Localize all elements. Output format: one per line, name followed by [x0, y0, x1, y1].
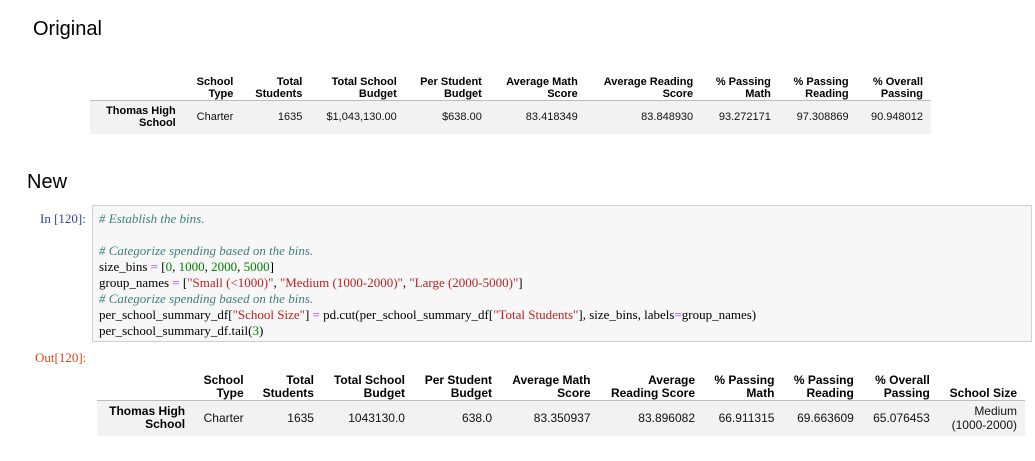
cell-passing-reading: 69.663609	[797, 411, 854, 426]
cell-average-math-score: 83.418349	[525, 111, 578, 124]
cell-per-student-budget: 638.0	[462, 411, 493, 426]
row-index-school-name: Thomas High School	[106, 105, 176, 130]
col-passing-reading: % Passing Reading	[782, 364, 862, 401]
col-overall-passing: % Overall Passing	[856, 68, 931, 101]
index-header	[90, 68, 184, 101]
new-summary-table: School Type Total Students Total School Bud…	[97, 364, 1025, 436]
cell-total-students: 1635	[287, 411, 314, 426]
new-heading: New	[27, 171, 68, 193]
row-index-school-name: Thomas High School	[109, 404, 186, 432]
cell-overall-passing: 90.948012	[871, 111, 923, 124]
code-cell-editor[interactable]: # Establish the bins. # Categorize spend…	[92, 205, 1032, 342]
cell-average-reading-score: 83.896082	[638, 411, 695, 426]
cell-overall-passing: 65.076453	[873, 411, 930, 426]
cell-passing-reading: 97.308869	[796, 111, 849, 124]
col-average-math-score: Average Math Score	[500, 364, 599, 401]
cell-total-school-budget: $1,043,130.00	[326, 111, 397, 124]
col-total-students: Total Students	[241, 68, 311, 101]
col-per-student-budget: Per Student Budget	[412, 364, 501, 401]
code-line-pd-cut: per_school_summary_df["School Size"] = p…	[99, 307, 757, 322]
cell-per-student-budget: $638.00	[442, 111, 482, 124]
col-average-reading-score: Average Reading Score	[598, 364, 703, 401]
col-total-school-budget: Total School Budget	[310, 68, 405, 101]
cell-school-size: Medium (1000-2000)	[951, 404, 1017, 433]
col-average-reading-score: Average Reading Score	[585, 68, 702, 101]
cell-school-type: Charter	[196, 111, 234, 124]
col-school-size: School Size	[937, 364, 1025, 401]
col-total-school-budget: Total School Budget	[321, 364, 413, 401]
table-row: Thomas High School Charter 1635 $1,043,13…	[90, 100, 931, 134]
table-header-row: School Type Total Students Total School Bud…	[97, 364, 1025, 401]
code-comment: # Categorize spending based on the bins.	[99, 291, 314, 306]
input-prompt: In [120]:	[40, 211, 86, 226]
code-comment: # Categorize spending based on the bins.	[99, 243, 314, 258]
original-heading: Original	[33, 18, 102, 40]
table-row: Thomas High School Charter 1635 1043130.0…	[97, 400, 1025, 436]
code-line-group-names: group_names = ["Small (<1000)", "Medium …	[99, 275, 523, 290]
cell-school-type: Charter	[203, 411, 244, 426]
code-comment: # Establish the bins.	[99, 211, 205, 226]
col-average-math-score: Average Math Score	[489, 68, 586, 101]
col-passing-math: % Passing Math	[703, 364, 783, 401]
original-summary-table: School Type Total Students Total School Bud…	[90, 68, 931, 134]
col-school-type: School Type	[193, 364, 252, 401]
col-per-student-budget: Per Student Budget	[404, 68, 490, 101]
col-overall-passing: % Overall Passing	[861, 364, 938, 401]
col-passing-reading: % Passing Reading	[778, 68, 857, 101]
col-passing-math: % Passing Math	[701, 68, 779, 101]
cell-passing-math: 66.911315	[718, 411, 775, 426]
cell-average-math-score: 83.350937	[533, 411, 591, 426]
cell-average-reading-score: 83.848930	[641, 111, 694, 124]
code-line-tail: per_school_summary_df.tail(3)	[99, 323, 264, 338]
col-total-students: Total Students	[251, 364, 322, 401]
index-header	[97, 364, 194, 401]
cell-total-school-budget: 1043130.0	[348, 411, 405, 426]
table-header-row: School Type Total Students Total School Bud…	[90, 68, 931, 101]
col-school-type: School Type	[183, 68, 242, 101]
code-line-size-bins: size_bins = [0, 1000, 2000, 5000]	[99, 259, 274, 274]
cell-total-students: 1635	[277, 111, 303, 124]
output-prompt: Out[120]:	[35, 350, 87, 365]
cell-passing-math: 93.272171	[718, 111, 771, 124]
